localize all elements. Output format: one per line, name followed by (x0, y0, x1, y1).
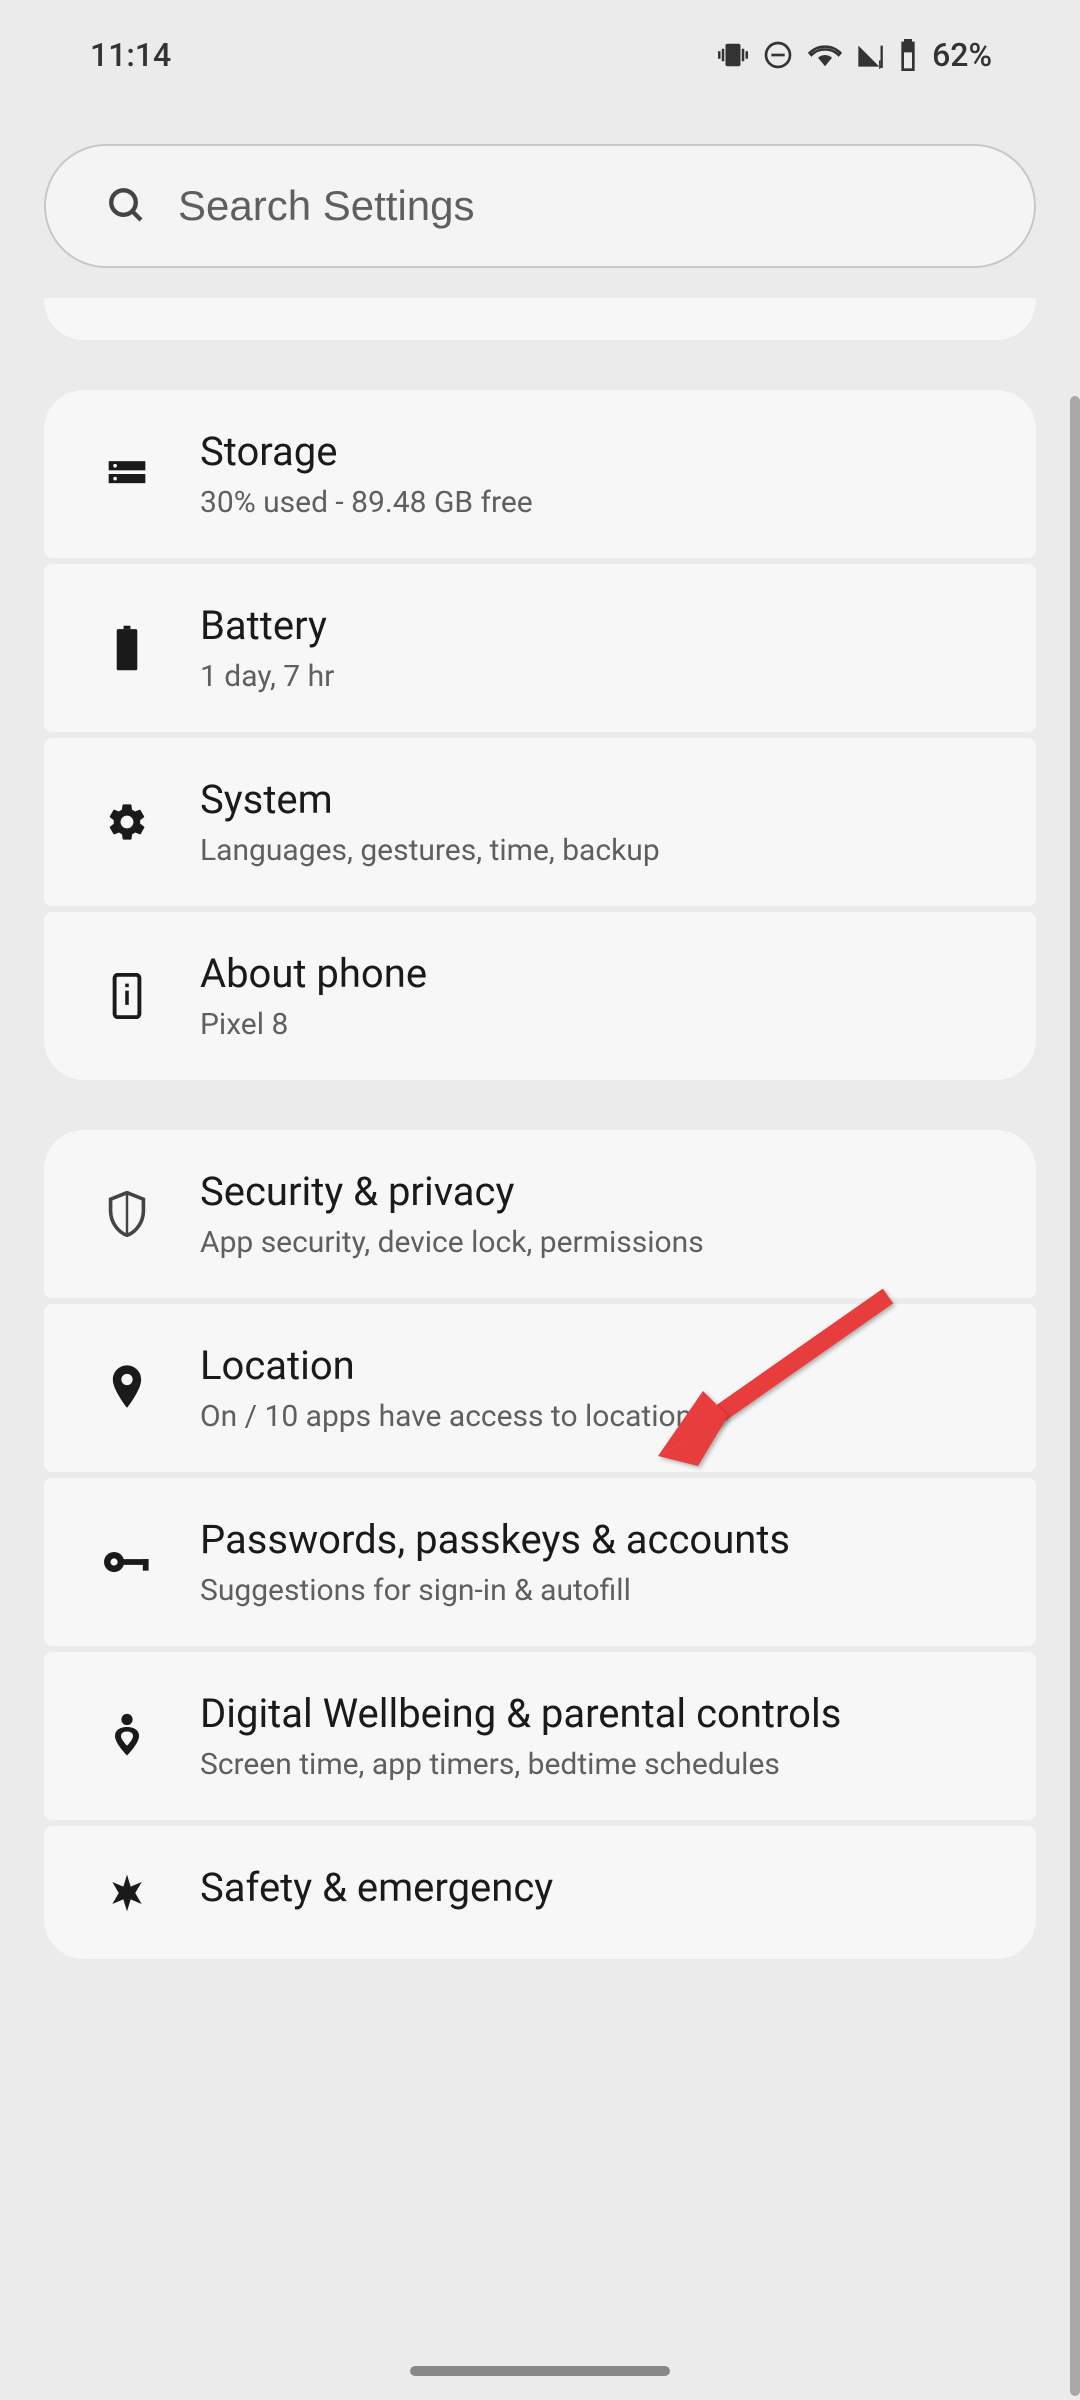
status-time: 11:14 (90, 36, 171, 74)
settings-item-passwords[interactable]: Passwords, passkeys & accounts Suggestio… (44, 1478, 1036, 1646)
settings-item-location[interactable]: Location On / 10 apps have access to loc… (44, 1304, 1036, 1472)
partial-card-top (44, 298, 1036, 340)
nav-bar-handle[interactable] (410, 2366, 670, 2376)
item-title: Storage (200, 428, 1006, 475)
wellbeing-icon (104, 1713, 150, 1759)
item-title: Security & privacy (200, 1168, 1006, 1215)
settings-item-wellbeing[interactable]: Digital Wellbeing & parental controls Sc… (44, 1652, 1036, 1820)
settings-item-safety[interactable]: Safety & emergency (44, 1826, 1036, 1959)
item-subtitle: Languages, gestures, time, backup (200, 833, 1006, 868)
item-subtitle: Pixel 8 (200, 1007, 1006, 1042)
scroll-indicator[interactable] (1070, 396, 1080, 2396)
location-pin-icon (104, 1365, 150, 1411)
item-subtitle: Screen time, app timers, bedtime schedul… (200, 1747, 1006, 1782)
emergency-icon (104, 1870, 150, 1916)
battery-percent: 62% (932, 36, 992, 74)
gear-icon (104, 799, 150, 845)
search-bar[interactable] (44, 144, 1036, 268)
settings-item-storage[interactable]: Storage 30% used - 89.48 GB free (44, 390, 1036, 558)
dnd-icon (762, 39, 794, 71)
settings-item-system[interactable]: System Languages, gestures, time, backup (44, 738, 1036, 906)
settings-item-about-phone[interactable]: About phone Pixel 8 (44, 912, 1036, 1080)
status-bar: 11:14 ! 62% (0, 0, 1080, 94)
search-container (44, 144, 1036, 268)
battery-icon (898, 39, 918, 71)
storage-icon (104, 451, 150, 497)
item-subtitle: 1 day, 7 hr (200, 659, 1006, 694)
item-title: About phone (200, 950, 1006, 997)
battery-icon (104, 625, 150, 671)
item-subtitle: Suggestions for sign-in & autofill (200, 1573, 1006, 1608)
item-title: Location (200, 1342, 1006, 1389)
wifi-icon (808, 41, 842, 69)
item-title: Digital Wellbeing & parental controls (200, 1690, 1006, 1737)
svg-text:!: ! (878, 58, 881, 69)
item-subtitle: App security, device lock, permissions (200, 1225, 1006, 1260)
settings-item-battery[interactable]: Battery 1 day, 7 hr (44, 564, 1036, 732)
item-title: Safety & emergency (200, 1864, 1006, 1911)
shield-icon (104, 1191, 150, 1237)
item-title: Passwords, passkeys & accounts (200, 1516, 1006, 1563)
vibrate-icon (718, 40, 748, 70)
item-title: System (200, 776, 1006, 823)
key-icon (104, 1539, 150, 1585)
settings-item-security[interactable]: Security & privacy App security, device … (44, 1130, 1036, 1298)
item-subtitle: On / 10 apps have access to location (200, 1399, 1006, 1434)
item-title: Battery (200, 602, 1006, 649)
status-right: ! 62% (718, 36, 992, 74)
phone-info-icon (104, 973, 150, 1019)
search-icon (106, 185, 148, 227)
item-subtitle: 30% used - 89.48 GB free (200, 485, 1006, 520)
search-input[interactable] (178, 182, 974, 230)
signal-icon: ! (856, 41, 884, 69)
